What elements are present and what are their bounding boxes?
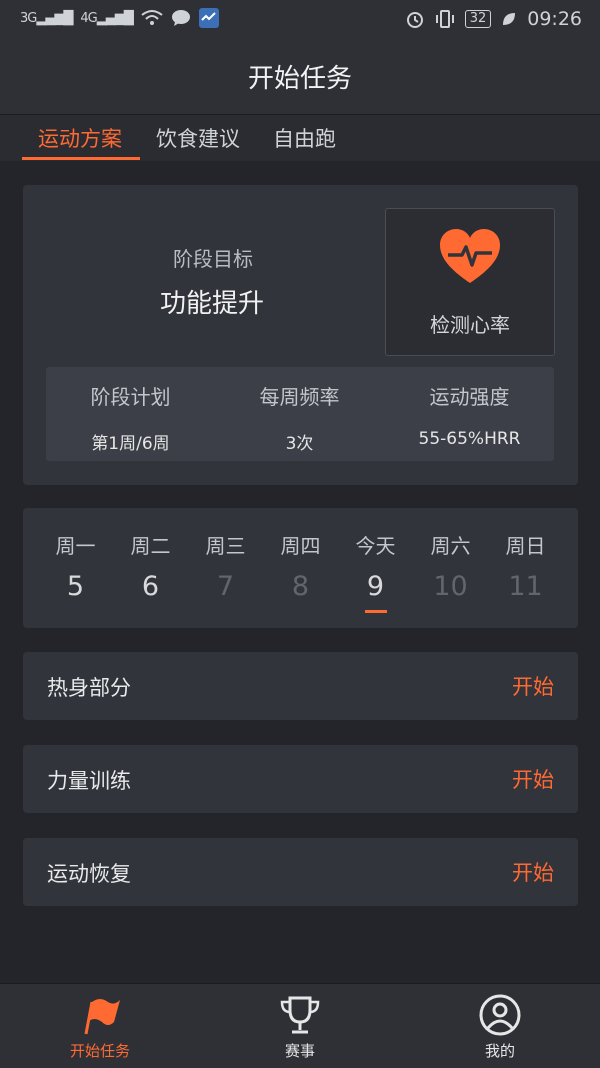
day-name: 周三 (205, 534, 246, 558)
plan-intensity-title: 运动强度 (429, 385, 510, 409)
day-tuesday[interactable]: 周二 6 (113, 530, 188, 602)
nav-label: 赛事 (284, 1042, 315, 1060)
active-tab-indicator (22, 157, 140, 160)
nav-label: 开始任务 (69, 1042, 130, 1060)
day-wednesday[interactable]: 周三 7 (188, 530, 263, 602)
day-sunday[interactable]: 周日 11 (488, 530, 563, 602)
title-bar: 开始任务 (0, 40, 600, 115)
trophy-icon (280, 996, 320, 1034)
day-number: 11 (508, 571, 543, 602)
task-name: 力量训练 (47, 769, 131, 793)
wifi-icon (141, 10, 163, 25)
day-name: 周六 (430, 534, 471, 558)
page-title: 开始任务 (247, 64, 352, 94)
nav-profile[interactable]: 我的 (400, 984, 600, 1068)
task-warmup: 热身部分 开始 (23, 652, 578, 720)
plan-intensity-value: 55-65%HRR (418, 429, 521, 449)
plan-summary: 阶段计划 第1周/6周 每周频率 3次 运动强度 55-65%HRR (46, 367, 554, 461)
nav-start-task[interactable]: 开始任务 (0, 984, 200, 1068)
plan-stage-value: 第1周/6周 (91, 434, 170, 454)
day-thursday[interactable]: 周四 8 (263, 530, 338, 602)
plan-frequency-value: 3次 (285, 434, 314, 454)
plan-stage-title: 阶段计划 (90, 385, 171, 409)
start-button[interactable]: 开始 (512, 857, 554, 887)
day-number: 8 (291, 571, 310, 602)
nav-label: 我的 (484, 1042, 515, 1060)
plan-frequency-title: 每周频率 (259, 385, 340, 409)
app-notification-icon (198, 8, 219, 28)
plan-stage: 阶段计划 第1周/6周 (46, 367, 215, 461)
message-icon (171, 10, 190, 26)
day-number: 5 (66, 571, 85, 602)
task-name: 运动恢复 (47, 862, 131, 886)
day-number: 9 (366, 571, 385, 602)
day-number: 10 (433, 571, 468, 602)
goal-label: 阶段目标 (173, 247, 253, 271)
heart-rate-button[interactable]: 检测心率 (385, 208, 555, 356)
selected-day-indicator (365, 610, 387, 613)
tab-exercise-plan[interactable]: 运动方案 (38, 123, 122, 153)
task-recovery: 运动恢复 开始 (23, 838, 578, 906)
user-icon (479, 994, 521, 1036)
day-monday[interactable]: 周一 5 (38, 530, 113, 602)
signal-icon: 4G▂▄▆█ (80, 10, 133, 26)
goal-card: 阶段目标 功能提升 检测心率 阶段计划 第1周/6周 每周频率 3次 运动强度 … (23, 185, 578, 485)
flag-icon (84, 999, 120, 1035)
signal-icon: 3G▂▄▆█ (20, 10, 73, 26)
task-name: 热身部分 (47, 676, 131, 700)
start-button[interactable]: 开始 (512, 671, 554, 701)
day-name: 周一 (55, 534, 96, 558)
day-number: 6 (141, 571, 160, 602)
leaf-icon (503, 13, 516, 25)
task-strength: 力量训练 开始 (23, 745, 578, 813)
day-name: 周四 (280, 534, 321, 558)
week-selector: 周一 5 周二 6 周三 7 周四 8 今天 9 周六 10 周日 11 (23, 508, 578, 628)
day-today[interactable]: 今天 9 (338, 530, 413, 602)
battery-indicator: 32 (464, 10, 492, 28)
day-name: 周二 (130, 534, 171, 558)
clock: 09:26 (527, 8, 582, 30)
start-button[interactable]: 开始 (512, 764, 554, 794)
plan-intensity: 运动强度 55-65%HRR (385, 367, 554, 461)
heart-rate-label: 检测心率 (430, 313, 510, 337)
day-name: 今天 (355, 534, 396, 558)
day-name: 周日 (505, 534, 546, 558)
tab-bar: 运动方案 饮食建议 自由跑 (0, 115, 600, 161)
tab-diet-advice[interactable]: 饮食建议 (156, 123, 240, 153)
nav-events[interactable]: 赛事 (200, 984, 400, 1068)
bottom-nav: 开始任务 赛事 我的 (0, 983, 600, 1068)
status-bar: 3G▂▄▆█ 4G▂▄▆█ 32 09:26 (0, 0, 600, 40)
alarm-icon (406, 12, 423, 28)
heart-rate-icon (440, 229, 500, 283)
vibrate-icon (435, 10, 454, 28)
plan-frequency: 每周频率 3次 (215, 367, 384, 461)
tab-free-run[interactable]: 自由跑 (273, 123, 336, 153)
goal-value: 功能提升 (160, 289, 265, 319)
day-number: 7 (216, 571, 235, 602)
day-saturday[interactable]: 周六 10 (413, 530, 488, 602)
